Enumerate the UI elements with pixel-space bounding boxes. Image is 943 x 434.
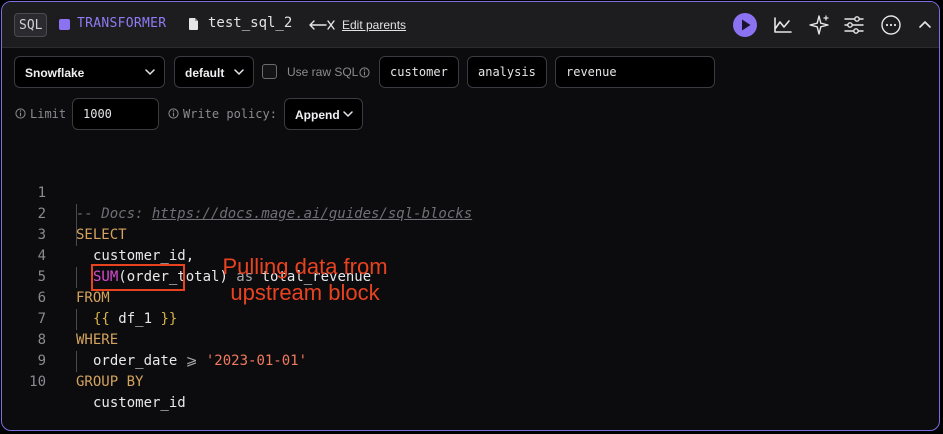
run-block-button[interactable] xyxy=(733,13,757,37)
limit-label: Limit xyxy=(30,107,67,121)
code-line: 3 customer_id, xyxy=(2,204,939,264)
code-line: 10 customer_id xyxy=(2,351,939,411)
ai-assist-button[interactable] xyxy=(807,13,831,37)
language-badge: SQL xyxy=(14,13,48,37)
more-icon xyxy=(881,15,901,35)
code-line: 4 SUM(order_total) as total_revenue xyxy=(2,225,939,285)
schema-input[interactable]: analysis xyxy=(467,56,547,88)
block-name[interactable]: test_sql_2 xyxy=(208,15,292,31)
code-line: 8 order_date ⩾ '2023-01-01' xyxy=(2,309,939,369)
write-policy-label: Write policy: xyxy=(183,107,277,121)
database-input[interactable]: customer xyxy=(379,56,459,88)
block-header: SQL TRANSFORMER test_sql_2 Edit parents xyxy=(2,2,939,48)
write-policy-select[interactable]: Append xyxy=(284,98,363,130)
connection-select[interactable]: Snowflake xyxy=(14,56,165,88)
chart-button[interactable] xyxy=(771,13,795,37)
settings-button[interactable] xyxy=(842,13,866,37)
edit-parents-link[interactable]: Edit parents xyxy=(342,18,406,32)
code-line: 1 -- Docs: https://docs.mage.ai/guides/s… xyxy=(2,162,939,222)
chevron-down-icon xyxy=(234,69,244,76)
limit-input[interactable]: 1000 xyxy=(72,98,159,130)
chevron-down-icon xyxy=(343,111,353,118)
connection-select-value: Snowflake xyxy=(25,66,85,80)
info-icon xyxy=(168,108,179,119)
sparkle-icon xyxy=(809,15,829,35)
settings-sliders-icon xyxy=(844,16,864,34)
code-line: 2 SELECT xyxy=(2,183,939,243)
block-type-label: TRANSFORMER xyxy=(77,16,167,31)
parents-arrow-icon xyxy=(309,20,335,30)
chevron-down-icon xyxy=(145,69,155,76)
use-raw-sql-checkbox[interactable] xyxy=(262,64,277,79)
group-column: customer_id xyxy=(93,395,186,411)
code-line: 9 GROUP BY xyxy=(2,330,939,390)
write-policy-value: Append xyxy=(295,108,340,122)
info-icon xyxy=(15,108,26,119)
info-icon xyxy=(359,67,370,78)
file-icon xyxy=(189,18,198,30)
use-raw-sql-label: Use raw SQL xyxy=(287,65,359,79)
chevron-up-icon xyxy=(919,21,931,28)
table-input[interactable]: revenue xyxy=(555,56,715,88)
keyword-group-by: GROUP BY xyxy=(76,374,144,390)
sql-config-bar: Snowflake default Use raw SQL customer a… xyxy=(2,48,939,140)
annotation-line: Pulling data from xyxy=(222,254,388,279)
profile-select-value: default xyxy=(185,66,225,80)
annotation-line: upstream block xyxy=(230,280,380,305)
transformer-block: SQL TRANSFORMER test_sql_2 Edit parents xyxy=(1,1,940,431)
chart-icon xyxy=(774,17,792,33)
code-line: 7 WHERE xyxy=(2,288,939,348)
annotation-highlight-box xyxy=(91,264,185,291)
line-number: 10 xyxy=(29,374,46,390)
profile-select[interactable]: default xyxy=(174,56,254,88)
play-icon xyxy=(742,19,751,31)
collapse-button[interactable] xyxy=(913,13,937,37)
more-options-button[interactable] xyxy=(879,13,903,37)
annotation-text: Pulling data from upstream block xyxy=(210,254,400,306)
block-type-color-icon xyxy=(59,19,70,30)
